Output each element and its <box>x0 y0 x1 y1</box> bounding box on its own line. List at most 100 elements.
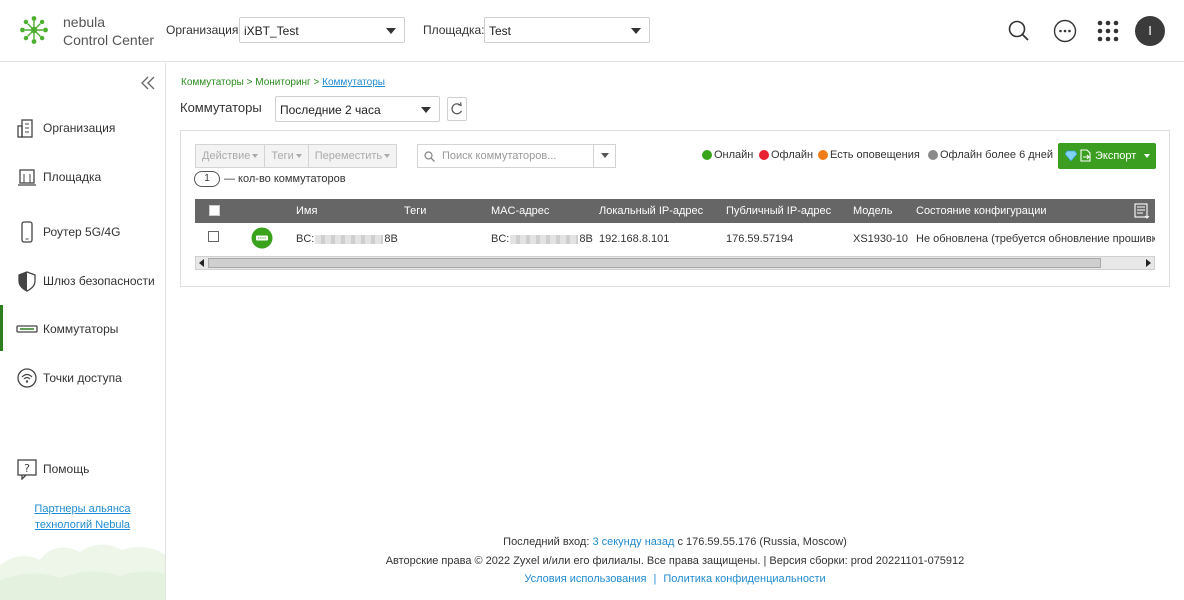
col-public-ip[interactable]: Публичный IP-адрес <box>726 205 831 217</box>
page-title: Коммутаторы <box>180 100 262 115</box>
app-grid-icon[interactable] <box>1094 17 1122 45</box>
action-button[interactable]: Действие <box>195 144 266 168</box>
site-select[interactable]: Test <box>484 17 650 43</box>
sidebar-item-label: Организация <box>43 121 116 135</box>
refresh-button[interactable] <box>447 97 467 121</box>
redacted-mask <box>510 234 579 244</box>
switch-online-icon <box>251 227 273 249</box>
breadcrumb-sep: > <box>310 77 323 88</box>
breadcrumb-monitoring[interactable]: Мониторинг <box>255 77 310 88</box>
time-range-select[interactable]: Последние 2 часа <box>275 96 440 122</box>
legend-offline-6d: Офлайн более 6 дней <box>928 149 1053 161</box>
footer-divider: | <box>653 573 657 585</box>
sidebar-item-security-gateway[interactable]: Шлюз безопасности <box>0 257 165 303</box>
name-suffix: 8B <box>384 233 398 245</box>
count-label: — кол-во коммутаторов <box>224 173 346 185</box>
nebula-logo-icon[interactable] <box>19 15 49 45</box>
col-mac[interactable]: MAC-адрес <box>491 205 549 217</box>
sidebar-item-router[interactable]: Роутер 5G/4G <box>0 208 165 254</box>
tags-button[interactable]: Теги <box>264 144 309 168</box>
brand-line1: nebula <box>63 14 106 30</box>
top-header: nebula Control Center Организация: iXBT_… <box>0 0 1184 62</box>
col-name[interactable]: Имя <box>296 205 317 217</box>
privacy-link[interactable]: Политика конфиденциальности <box>663 573 825 585</box>
table-header: Имя Теги MAC-адрес Локальный IP-адрес Пу… <box>195 199 1155 223</box>
table-horizontal-scrollbar[interactable] <box>195 256 1155 270</box>
mac-prefix: BC: <box>491 233 510 245</box>
breadcrumb-current[interactable]: Коммутаторы <box>322 77 385 88</box>
last-login-time-link[interactable]: 3 секунду назад <box>592 536 674 548</box>
sidebar-item-site[interactable]: Площадка <box>0 153 165 199</box>
scroll-right-icon[interactable] <box>1146 259 1151 267</box>
legend-alerts-label: Есть оповещения <box>830 149 920 161</box>
cell-local-ip: 192.168.8.101 <box>599 233 670 245</box>
redacted-mask <box>315 234 384 244</box>
cell-model: XS1930-10 <box>853 233 909 245</box>
last-login-info: Последний вход: 3 секунду назад с 176.59… <box>166 536 1184 548</box>
wifi-ap-icon <box>17 368 37 388</box>
last-login-label: Последний вход: <box>503 536 590 548</box>
select-all-checkbox[interactable] <box>209 205 220 216</box>
cell-name[interactable]: BC: 8B <box>296 233 398 245</box>
action-label: Действие <box>202 150 251 162</box>
col-config-status[interactable]: Состояние конфигурации <box>916 205 1046 217</box>
move-button[interactable]: Переместить <box>307 144 398 168</box>
brand-name: nebula Control Center <box>63 13 154 49</box>
user-avatar[interactable]: I <box>1135 16 1165 46</box>
sidebar-item-label: Шлюз безопасности <box>43 274 155 288</box>
offline-6d-dot-icon <box>928 150 938 160</box>
legend-offline: Офлайн <box>759 149 813 161</box>
move-label: Переместить <box>314 150 383 162</box>
sidebar-item-switches[interactable]: Коммутаторы <box>0 305 165 351</box>
more-options-icon[interactable] <box>1051 17 1079 45</box>
sidebar-item-access-points[interactable]: Точки доступа <box>0 354 165 400</box>
switch-icon <box>16 325 38 333</box>
last-login-from: с 176.59.55.176 (Russia, Moscow) <box>677 536 847 548</box>
sidebar-item-label: Коммутаторы <box>43 322 119 336</box>
scroll-left-icon[interactable] <box>199 259 204 267</box>
table-row[interactable]: BC: 8B BC: 8B 192.168.8.101 176.59.57194 X… <box>195 223 1155 255</box>
search-filter-dropdown[interactable] <box>593 145 615 167</box>
scrollbar-thumb[interactable] <box>208 258 1101 268</box>
offline-dot-icon <box>759 150 769 160</box>
col-tags[interactable]: Теги <box>404 205 426 217</box>
export-label: Экспорт <box>1095 150 1137 162</box>
org-select-value: iXBT_Test <box>244 24 299 38</box>
online-dot-icon <box>702 150 712 160</box>
alert-dot-icon <box>818 150 828 160</box>
collapse-sidebar-icon[interactable] <box>139 75 157 91</box>
partner-alliance-link[interactable]: Партнеры альянса технологий Nebula <box>0 501 165 533</box>
search-icon[interactable] <box>1005 17 1033 45</box>
gem-icon <box>1065 150 1077 161</box>
breadcrumb-switches[interactable]: Коммутаторы <box>181 77 244 88</box>
breadcrumb-sep: > <box>243 77 256 88</box>
export-button[interactable]: Экспорт <box>1058 143 1156 169</box>
col-model[interactable]: Модель <box>853 205 892 217</box>
chevron-down-icon <box>386 28 396 34</box>
copyright: Авторские права © 2022 Zyxel и/или его ф… <box>385 555 965 567</box>
partner-link-line2: технологий Nebula <box>34 519 131 531</box>
legend-offline-6d-label: Офлайн более 6 дней <box>940 149 1053 161</box>
column-settings-icon[interactable] <box>1133 202 1151 220</box>
legend-online-label: Онлайн <box>714 149 754 161</box>
sidebar-item-organization[interactable]: Организация <box>0 104 165 150</box>
cell-config-status: Не обновлена (требуется обновление проши… <box>916 233 1155 245</box>
chevron-down-icon <box>631 28 641 34</box>
legend-offline-label: Офлайн <box>771 149 814 161</box>
org-select[interactable]: iXBT_Test <box>239 17 405 43</box>
col-local-ip[interactable]: Локальный IP-адрес <box>599 205 703 217</box>
sidebar-item-help[interactable]: ? Помощь <box>0 445 165 491</box>
count-badge: 1 <box>194 171 220 187</box>
chevron-down-icon <box>384 154 391 159</box>
search-input[interactable] <box>442 148 592 164</box>
sidebar-item-label: Площадка <box>43 170 102 184</box>
chevron-down-icon <box>252 154 259 159</box>
row-checkbox[interactable] <box>208 231 219 242</box>
time-range-value: Последние 2 часа <box>280 103 381 117</box>
terms-link[interactable]: Условия использования <box>524 573 646 585</box>
shield-icon <box>18 271 36 292</box>
bulk-action-toolbar: Действие Теги Переместить <box>195 144 398 168</box>
chevron-down-icon <box>295 154 302 159</box>
footer-links: Условия использования | Политика конфиде… <box>166 573 1184 585</box>
site-label: Площадка: <box>423 23 485 37</box>
